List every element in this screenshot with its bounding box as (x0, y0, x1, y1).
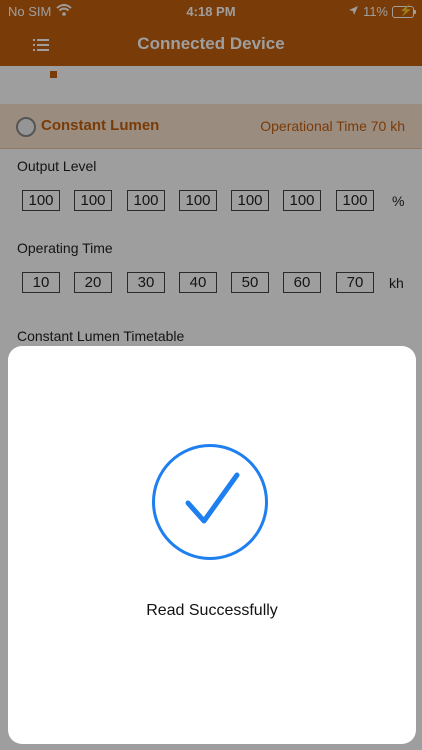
checkmark-icon (185, 472, 240, 524)
screen: No SIM 4:18 PM 11% ⚡ Connected Device Co… (0, 0, 422, 750)
success-dialog: Read Successfully (8, 346, 416, 744)
success-circle (152, 444, 268, 560)
success-message: Read Successfully (146, 602, 278, 619)
